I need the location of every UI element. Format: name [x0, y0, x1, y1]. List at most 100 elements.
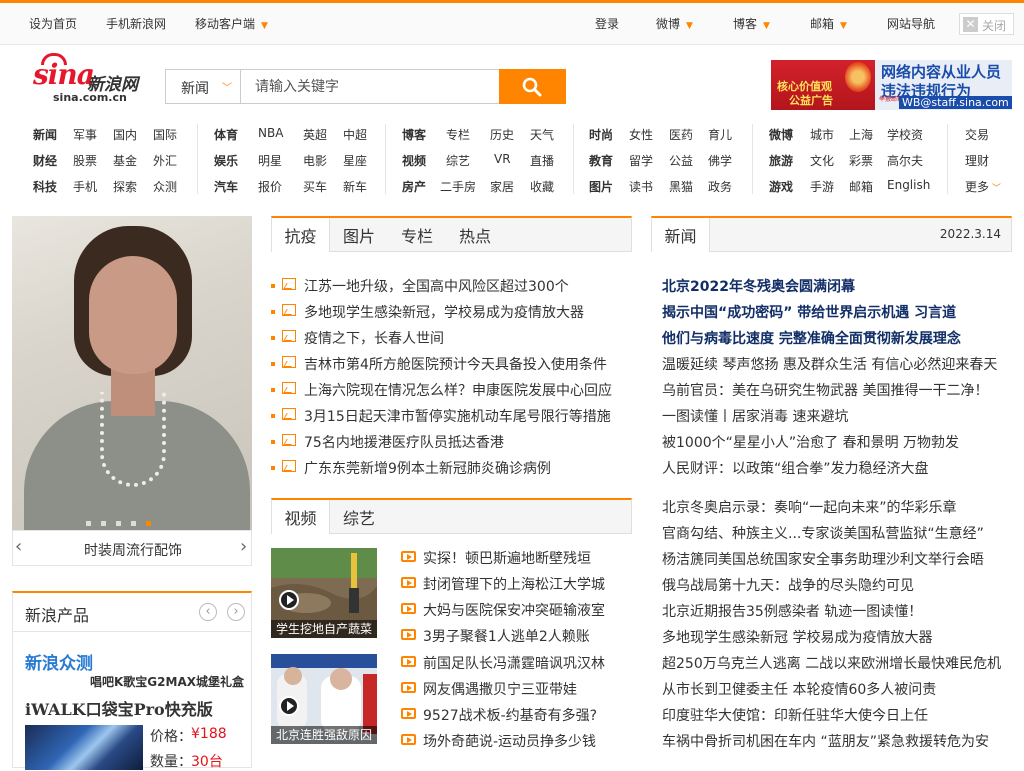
nav-columns[interactable]: 专栏: [446, 126, 470, 143]
tab-epidemic[interactable]: 抗疫: [272, 218, 330, 252]
nav-domestic[interactable]: 国内: [113, 126, 137, 143]
login-link[interactable]: 登录: [595, 15, 619, 32]
nav-sports[interactable]: 体育: [214, 126, 238, 143]
nav-buy-car[interactable]: 买车: [303, 178, 327, 195]
tab-news[interactable]: 新闻: [652, 218, 710, 252]
nav-live[interactable]: 直播: [530, 152, 554, 169]
nav-books[interactable]: 读书: [629, 178, 653, 195]
nav-home[interactable]: 家居: [490, 178, 514, 195]
carousel-caption[interactable]: 时装周流行配饰: [13, 540, 252, 560]
site-nav-link[interactable]: 网站导航: [887, 15, 935, 32]
sina-logo[interactable]: sina 新浪网 sina.com.cn: [33, 53, 153, 106]
chevron-left-icon[interactable]: ‹: [199, 603, 217, 621]
nav-golf[interactable]: 高尔夫: [887, 152, 923, 169]
nav-forex[interactable]: 外汇: [153, 152, 177, 169]
weibo-menu[interactable]: 微博 ▼: [656, 15, 693, 32]
carousel-dot[interactable]: [146, 521, 151, 526]
carousel-dot[interactable]: [131, 521, 136, 526]
nav-heimao[interactable]: 黑猫: [669, 178, 693, 195]
mobile-sina-link[interactable]: 手机新浪网: [106, 15, 166, 32]
news-item[interactable]: 官商勾结、种族主义...专家谈美国私营监狱“生意经”: [662, 523, 984, 543]
nav-stars[interactable]: 明星: [258, 152, 282, 169]
search-button[interactable]: [499, 69, 566, 104]
carousel-dot[interactable]: [101, 521, 106, 526]
chevron-right-icon[interactable]: ›: [227, 603, 245, 621]
nav-lottery[interactable]: 彩票: [849, 152, 873, 169]
chevron-right-icon[interactable]: ›: [240, 536, 247, 557]
nav-house[interactable]: 房产: [402, 178, 426, 195]
headline[interactable]: 他们与病毒比速度 完整准确全面贯彻新发展理念: [662, 328, 961, 348]
nav-auto[interactable]: 汽车: [214, 178, 238, 195]
nav-epl[interactable]: 英超: [303, 126, 327, 143]
nav-zhongce[interactable]: 众测: [153, 178, 177, 195]
news-item[interactable]: 人民财评：以政策“组合拳”发力稳经济大盘: [662, 458, 929, 478]
nav-vr[interactable]: VR: [494, 152, 511, 166]
nav-photos[interactable]: 图片: [589, 178, 613, 195]
nav-more[interactable]: 更多 ﹀: [965, 178, 1001, 195]
nav-games[interactable]: 游戏: [769, 178, 793, 195]
carousel-dot[interactable]: [86, 521, 91, 526]
nav-travel[interactable]: 旅游: [769, 152, 793, 169]
news-item[interactable]: 北京冬奥启示录：奏响“一起向未来”的华彩乐章: [662, 497, 957, 517]
nav-movies[interactable]: 电影: [303, 152, 327, 169]
news-item[interactable]: 被1000个“星星小人”治愈了 春和景明 万物勃发: [662, 432, 959, 452]
nav-history[interactable]: 历史: [490, 126, 514, 143]
nav-international[interactable]: 国际: [153, 126, 177, 143]
nav-ent[interactable]: 娱乐: [214, 152, 238, 169]
news-item[interactable]: 印度驻华大使馆：印新任驻华大使今日上任: [662, 705, 928, 725]
nav-military[interactable]: 军事: [73, 126, 97, 143]
search-input[interactable]: [240, 69, 500, 104]
nav-fashion[interactable]: 时尚: [589, 126, 613, 143]
nav-tech[interactable]: 科技: [33, 178, 57, 195]
search-category-select[interactable]: 新闻 ﹀: [165, 69, 241, 104]
carousel-image[interactable]: [12, 216, 252, 561]
mobile-client-menu[interactable]: 移动客户端 ▼: [195, 15, 268, 32]
nav-variety[interactable]: 综艺: [446, 152, 470, 169]
nav-shanghai[interactable]: 上海: [849, 126, 873, 143]
video-thumbnail[interactable]: 学生挖地自产蔬菜: [271, 548, 377, 638]
product-thumbnail[interactable]: [25, 725, 143, 770]
news-item[interactable]: 温暖延续 琴声悠扬 惠及群众生活 有信心必然迎来春天: [662, 354, 997, 374]
news-item[interactable]: 从市长到卫健委主任 本轮疫情60多人被问责: [662, 679, 936, 699]
news-item[interactable]: 俄乌战局第十九天：战争的尽头隐约可见: [662, 575, 914, 595]
news-item[interactable]: 一图读懂丨居家消毒 速来避坑: [662, 406, 848, 426]
ad-banner[interactable]: 核心价值观 公益广告 网络内容从业人员 违法违规行为 举报邮箱 WB@staff…: [771, 60, 1012, 110]
nav-second-hand[interactable]: 二手房: [440, 178, 476, 195]
nav-gov[interactable]: 政务: [708, 178, 732, 195]
nav-phones[interactable]: 手机: [73, 178, 97, 195]
nav-wealth[interactable]: 理财: [965, 152, 989, 169]
nav-weather[interactable]: 天气: [530, 126, 554, 143]
carousel-dot[interactable]: [116, 521, 121, 526]
nav-news[interactable]: 新闻: [33, 126, 57, 143]
video-thumbnail[interactable]: 北京连胜强敌原因: [271, 654, 377, 744]
headline[interactable]: 揭示中国“成功密码” 带给世界启示机遇 习言道: [662, 302, 956, 322]
nav-collect[interactable]: 收藏: [530, 178, 554, 195]
news-item[interactable]: 车祸中骨折司机困在车内 “蓝朋友”紧急救援转危为安: [662, 731, 989, 751]
photo-carousel[interactable]: ‹ 时装周流行配饰 ›: [12, 216, 252, 566]
nav-medicine[interactable]: 医药: [669, 126, 693, 143]
tab-video[interactable]: 视频: [272, 500, 330, 534]
nav-csl[interactable]: 中超: [343, 126, 367, 143]
nav-city[interactable]: 城市: [810, 126, 834, 143]
tab-pictures[interactable]: 图片: [330, 218, 388, 252]
nav-blog[interactable]: 博客: [402, 126, 426, 143]
nav-culture[interactable]: 文化: [810, 152, 834, 169]
nav-funds[interactable]: 基金: [113, 152, 137, 169]
set-home-link[interactable]: 设为首页: [29, 15, 77, 32]
news-item[interactable]: 杨洁篪同美国总统国家安全事务助理沙利文举行会晤: [662, 549, 984, 569]
tab-variety[interactable]: 综艺: [330, 500, 388, 534]
nav-charity[interactable]: 公益: [669, 152, 693, 169]
nav-astrology[interactable]: 星座: [343, 152, 367, 169]
nav-prices[interactable]: 报价: [258, 178, 282, 195]
nav-buddhism[interactable]: 佛学: [708, 152, 732, 169]
nav-women[interactable]: 女性: [629, 126, 653, 143]
nav-trade[interactable]: 交易: [965, 126, 989, 143]
product-name[interactable]: iWALK口袋宝Pro快充版: [25, 696, 213, 720]
nav-video[interactable]: 视频: [402, 152, 426, 169]
news-item[interactable]: 超250万乌克兰人逃离 二战以来欧洲增长最快难民危机: [662, 653, 1001, 673]
mail-menu[interactable]: 邮箱 ▼: [810, 15, 847, 32]
zhongce-link[interactable]: 新浪众测: [25, 649, 93, 674]
nav-mobile-games[interactable]: 手游: [810, 178, 834, 195]
news-item[interactable]: 乌前官员：美在乌研究生物武器 美国推得一干二净！: [662, 380, 988, 400]
nav-study-abroad[interactable]: 留学: [629, 152, 653, 169]
